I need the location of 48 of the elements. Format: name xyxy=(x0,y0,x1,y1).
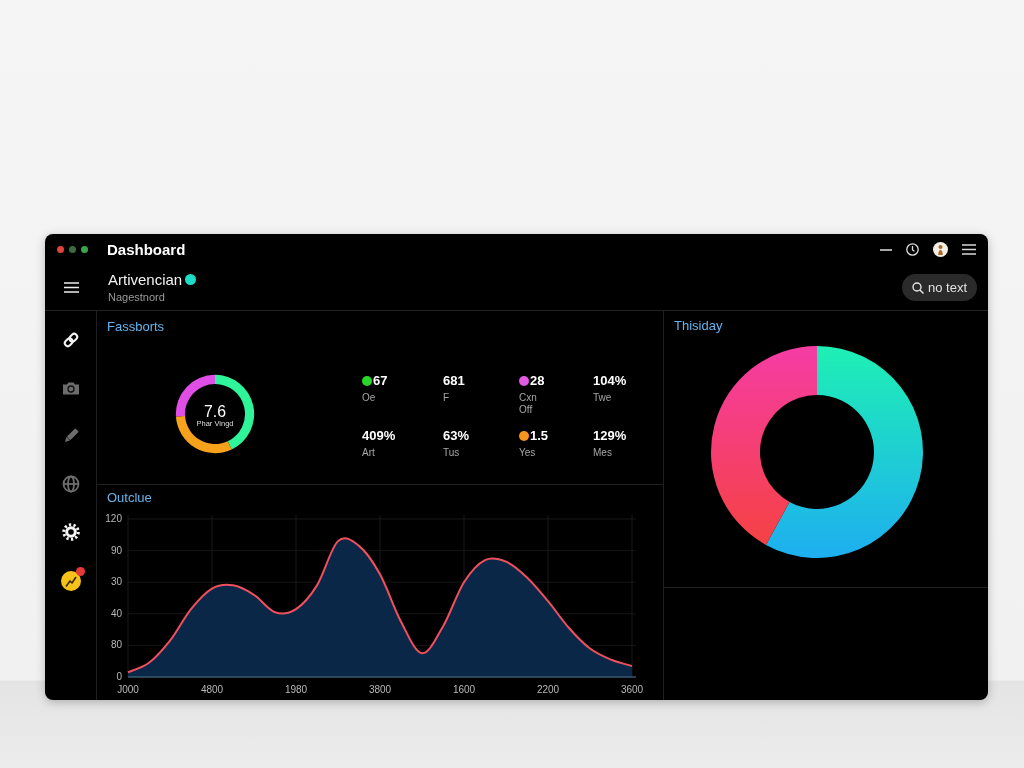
stat-value: 681 xyxy=(443,373,465,389)
stat-value: 104% xyxy=(593,373,627,389)
axis-label: J000 xyxy=(117,684,139,695)
axis-label: 80 xyxy=(110,639,122,652)
donut-value: 7.6 xyxy=(204,402,226,420)
axis-label: 4800 xyxy=(200,684,224,695)
axis-label: 40 xyxy=(110,607,122,620)
stat-value: 28 xyxy=(530,373,545,389)
stat-label: Oe xyxy=(362,392,376,404)
stat-label: Art xyxy=(362,447,375,459)
chain-link-icon[interactable] xyxy=(61,331,80,349)
search-icon xyxy=(911,281,924,294)
stat-label: Cxn Off xyxy=(519,392,538,416)
menu-icon[interactable] xyxy=(962,244,976,255)
gear-icon[interactable] xyxy=(61,523,80,541)
profile-name: Artivencian xyxy=(108,271,183,288)
stat-label: F xyxy=(443,392,450,404)
minimize-icon[interactable] xyxy=(880,248,892,251)
stat-label: Tus xyxy=(443,447,460,459)
stat-label: Mes xyxy=(593,447,612,459)
axis-label: 0 xyxy=(116,670,122,683)
stat-label: Twe xyxy=(593,392,612,404)
axis-label: 2200 xyxy=(536,684,560,695)
panel-heading: Thisiday xyxy=(674,318,723,333)
stat-value: 409% xyxy=(362,428,396,444)
panel-heading: Fassborts xyxy=(107,319,165,334)
window-title: Dashboard xyxy=(107,240,186,259)
stat-value: 1.5 xyxy=(530,428,549,444)
stat-label: Yes xyxy=(519,447,536,459)
globe-icon[interactable] xyxy=(61,475,80,493)
avatar-icon[interactable] xyxy=(933,242,948,257)
pen-disc-icon[interactable] xyxy=(60,571,81,591)
axis-label: 1600 xyxy=(452,684,476,695)
menu-icon[interactable] xyxy=(64,282,79,293)
search-button[interactable]: no text xyxy=(901,274,977,301)
stat-value: 129% xyxy=(593,428,627,444)
profile-subtitle: Nagestnord xyxy=(108,291,165,304)
axis-label: 3800 xyxy=(368,684,392,695)
stat-value: 67 xyxy=(373,373,388,389)
panel-heading: Outclue xyxy=(107,490,152,505)
axis-label: 120 xyxy=(105,513,122,525)
donut-caption: Phar Vingd xyxy=(196,418,234,428)
axis-label: 90 xyxy=(110,544,122,557)
stat-value: 63% xyxy=(443,428,470,444)
clock-icon[interactable] xyxy=(906,243,919,256)
axis-label: 30 xyxy=(110,576,122,589)
axis-label: 3600 xyxy=(620,684,644,695)
axis-label: 1980 xyxy=(284,684,308,695)
